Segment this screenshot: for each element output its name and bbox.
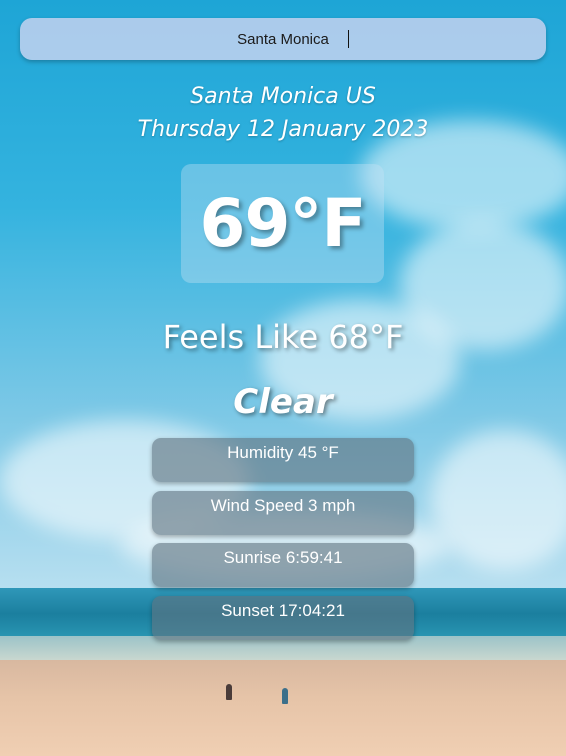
sunrise-card: Sunrise 6:59:41 [152,543,414,587]
wind-speed-card: Wind Speed 3 mph [152,491,414,535]
location-title: Santa Monica US [190,84,376,109]
sunset-card: Sunset 17:04:21 [152,596,414,640]
temperature-value: 69°F [199,185,367,262]
condition-label: Clear [233,382,333,422]
date-label: Thursday 12 January 2023 [137,117,429,142]
search-input[interactable] [81,29,485,49]
search-bar[interactable] [20,18,546,60]
person-figure [282,688,288,704]
sand [0,660,566,756]
beach-background [0,0,566,756]
temperature-card: 69°F [181,164,384,283]
feels-like-label: Feels Like 68°F [162,318,404,356]
person-figure [226,684,232,700]
text-caret [348,30,349,48]
humidity-card: Humidity 45 °F [152,438,414,482]
